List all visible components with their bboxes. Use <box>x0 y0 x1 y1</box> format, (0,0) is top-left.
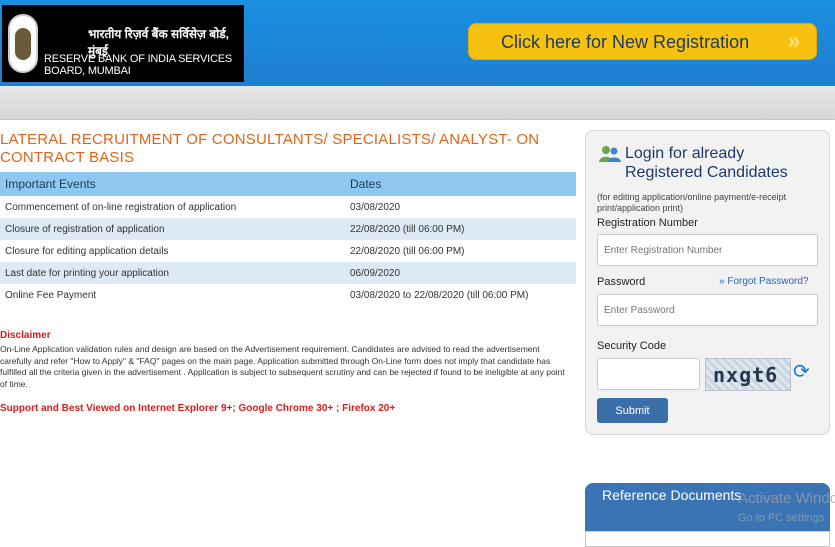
column-header-dates: Dates <box>345 172 576 196</box>
event-date: 03/08/2020 <box>350 201 401 213</box>
nav-subbar <box>0 86 835 120</box>
login-title-line2: Registered Candidates <box>625 164 788 181</box>
reference-documents-title: Reference Documents <box>602 487 742 503</box>
submit-button[interactable]: Submit <box>597 398 668 423</box>
forgot-password-link[interactable]: » Forgot Password? <box>719 276 809 287</box>
rbi-seal-icon <box>8 14 38 73</box>
login-title: Login for already Registered Candidates <box>625 144 825 182</box>
event-name: Commencement of on-line registration of … <box>5 201 237 213</box>
users-icon <box>599 146 621 162</box>
double-chevron-right-icon: » <box>787 28 800 53</box>
event-name: Closure for editing application details <box>5 245 169 257</box>
new-registration-label: Click here for New Registration <box>501 32 750 52</box>
reference-documents-body <box>585 531 830 547</box>
security-code-label: Security Code <box>597 340 667 352</box>
registration-number-input[interactable] <box>597 234 818 266</box>
windows-activation-watermark: Activate Windows <box>738 490 835 507</box>
refresh-captcha-icon[interactable]: ⟳ <box>793 359 810 384</box>
disclaimer-title: Disclaimer <box>0 330 51 341</box>
registration-number-label: Registration Number <box>597 217 698 229</box>
table-row: Closure of registration of application 2… <box>0 218 576 240</box>
event-name: Closure of registration of application <box>0 218 345 240</box>
browser-support-text: Support and Best Viewed on Internet Expl… <box>0 403 396 414</box>
table-row: Commencement of on-line registration of … <box>0 196 576 218</box>
event-date: 06/09/2020 <box>345 262 576 284</box>
security-code-input[interactable] <box>597 358 700 390</box>
login-subtitle: (for editing application/online payment/… <box>597 192 787 213</box>
event-name: Last date for printing your application <box>0 262 345 284</box>
event-name: Online Fee Payment <box>5 289 97 301</box>
login-panel: Login for already Registered Candidates … <box>585 130 830 435</box>
password-label: Password <box>597 276 646 288</box>
table-row: Closure for editing application details … <box>0 240 576 262</box>
page-title: LATERAL RECRUITMENT OF CONSULTANTS/ SPEC… <box>0 131 540 166</box>
captcha-text: nxgt6 <box>713 363 779 387</box>
new-registration-button[interactable]: Click here for New Registration » <box>468 23 817 60</box>
windows-activation-watermark-sub: Go to PC settings <box>738 512 825 524</box>
login-title-line1: Login for already <box>625 145 745 162</box>
rbi-logo: भारतीय रिज़र्व बैंक सर्विसेज़ बोर्ड, मुं… <box>2 5 244 82</box>
password-input[interactable] <box>597 294 818 326</box>
important-events-table: Important Events Dates Commencement of o… <box>0 172 576 306</box>
table-row: Online Fee Payment 03/08/2020 to 22/08/2… <box>0 284 576 306</box>
table-header-row: Important Events Dates <box>0 172 576 196</box>
captcha-image: nxgt6 <box>705 358 791 391</box>
logo-english-text: RESERVE BANK OF INDIA SERVICES BOARD, MU… <box>44 53 232 77</box>
header-bar: भारतीय रिज़र्व बैंक सर्विसेज़ बोर्ड, मुं… <box>0 0 835 86</box>
event-date: 03/08/2020 to 22/08/2020 (till 06:00 PM) <box>350 289 529 301</box>
column-header-events: Important Events <box>0 172 345 196</box>
event-date: 22/08/2020 (till 06:00 PM) <box>345 218 576 240</box>
event-date: 22/08/2020 (till 06:00 PM) <box>350 245 465 257</box>
table-row: Last date for printing your application … <box>0 262 576 284</box>
disclaimer-text: On-Line Application validation rules and… <box>0 344 565 389</box>
